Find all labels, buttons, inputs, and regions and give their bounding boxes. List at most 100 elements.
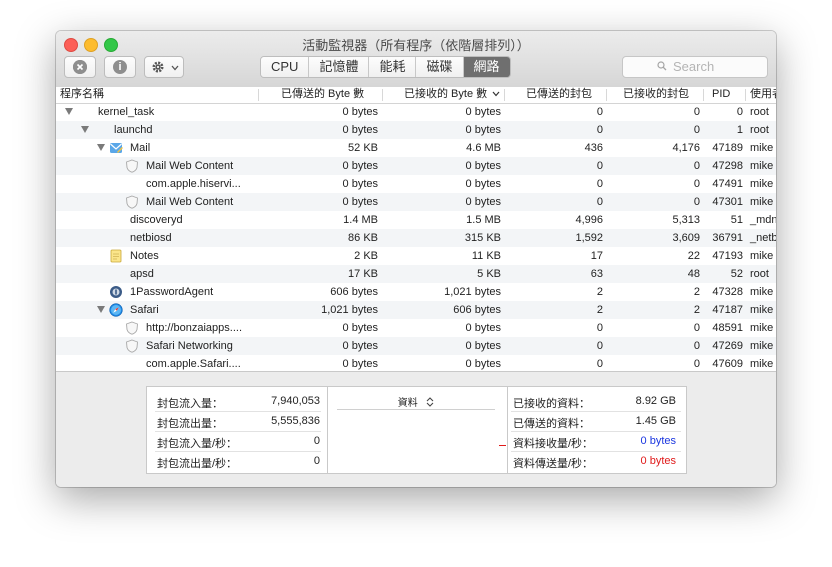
action-menu-button[interactable] [144, 56, 184, 78]
network-summary-panel: 封包流入量： 7,940,053 封包流出量： 5,555,836 封包流入量/… [146, 386, 687, 474]
bytes-sent: 86 KB [348, 232, 378, 244]
packets-received: 4,176 [672, 142, 700, 154]
packets-received: 0 [693, 178, 700, 190]
column-divider [703, 89, 704, 101]
process-name: Mail [130, 142, 151, 154]
table-row[interactable]: com.apple.Safari.... 0 bytes 0 bytes 0 0… [56, 355, 776, 371]
titlebar: 活動監視器（所有程序（依階層排列）） i CPU 記憶體 能耗 磁碟 網路 Se… [56, 31, 776, 88]
table-row[interactable]: 1PasswordAgent 606 bytes 1,021 bytes 2 2… [56, 283, 776, 301]
packets-sent: 1,592 [575, 232, 603, 244]
table-row[interactable]: http://bonzaiapps.... 0 bytes 0 bytes 0 … [56, 319, 776, 337]
bytes-received: 0 bytes [465, 196, 501, 208]
data-received-per-sec-label: 資料接收量/秒： [513, 438, 594, 450]
table-row[interactable]: Mail Web Content 0 bytes 0 bytes 0 0 472… [56, 157, 776, 175]
graph-sent-marker [499, 445, 506, 446]
bytes-received: 0 bytes [465, 124, 501, 136]
process-name: com.apple.Safari.... [146, 358, 241, 370]
divider [155, 431, 321, 432]
disclosure-triangle-icon[interactable] [65, 108, 73, 115]
pid: 1 [736, 124, 743, 136]
col-pid[interactable]: PID [712, 87, 730, 102]
bytes-received: 606 bytes [453, 304, 501, 316]
bytes-received: 0 bytes [465, 322, 501, 334]
packets-sent: 17 [590, 250, 603, 262]
bytes-received: 1,021 bytes [444, 286, 501, 298]
mail-app-icon [110, 143, 123, 153]
process-name: launchd [114, 124, 153, 136]
user: mike [750, 322, 774, 334]
col-bytes-sent[interactable]: 已傳送的 Byte 數 [281, 87, 364, 102]
packets-in-label: 封包流入量： [157, 398, 223, 410]
close-circle-icon [73, 60, 87, 74]
table-row[interactable]: discoveryd 1.4 MB 1.5 MB 4,996 5,313 51 … [56, 211, 776, 229]
disclosure-triangle-icon[interactable] [81, 126, 89, 133]
column-divider [504, 89, 505, 101]
sort-descending-icon [492, 91, 500, 97]
table-row[interactable]: netbiosd 86 KB 315 KB 1,592 3,609 36791 … [56, 229, 776, 247]
stop-process-button[interactable] [64, 56, 96, 78]
packets-out-per-sec-label: 封包流出量/秒： [157, 458, 238, 470]
bytes-received: 0 bytes [465, 340, 501, 352]
packets-sent: 0 [596, 106, 603, 118]
table-row[interactable]: kernel_task 0 bytes 0 bytes 0 0 0 root [56, 103, 776, 121]
tab-memory[interactable]: 記憶體 [309, 57, 370, 77]
process-name: Safari Networking [146, 340, 233, 352]
process-name: discoveryd [130, 214, 183, 226]
bytes-sent: 606 bytes [330, 286, 378, 298]
table-row[interactable]: Notes 2 KB 11 KB 17 22 47193 mike [56, 247, 776, 265]
window-title: 活動監視器（所有程序（依階層排列）） [302, 38, 530, 53]
panel-divider [507, 387, 508, 473]
data-sent-per-sec-value: 0 bytes [640, 455, 676, 467]
shield-icon [126, 159, 138, 173]
bytes-received: 5 KB [477, 268, 501, 280]
table-row[interactable]: com.apple.hiservi... 0 bytes 0 bytes 0 0… [56, 175, 776, 193]
process-name: apsd [130, 268, 154, 280]
shield-icon [126, 195, 138, 209]
packets-received: 22 [687, 250, 700, 262]
search-field[interactable]: Search [622, 56, 768, 78]
bytes-sent: 1.4 MB [343, 214, 378, 226]
table-row[interactable]: Safari Networking 0 bytes 0 bytes 0 0 47… [56, 337, 776, 355]
disclosure-triangle-icon[interactable] [97, 144, 105, 151]
process-table: kernel_task 0 bytes 0 bytes 0 0 0 root l… [56, 103, 776, 371]
user: _mdn [750, 214, 776, 226]
inspect-process-button[interactable]: i [104, 56, 136, 78]
col-bytes-received[interactable]: 已接收的 Byte 數 [404, 87, 487, 102]
user: mike [750, 196, 774, 208]
pid: 47298 [712, 160, 743, 172]
packets-received: 5,313 [672, 214, 700, 226]
col-process-name[interactable]: 程序名稱 [60, 87, 104, 102]
packets-out-per-sec-value: 0 [313, 455, 320, 467]
column-divider [606, 89, 607, 101]
process-name: netbiosd [130, 232, 172, 244]
panel-divider [327, 387, 328, 473]
process-name: Safari [130, 304, 159, 316]
packets-sent: 63 [590, 268, 603, 280]
packets-received: 2 [693, 286, 700, 298]
table-row[interactable]: Safari 1,021 bytes 606 bytes 2 2 47187 m… [56, 301, 776, 319]
bytes-received: 11 KB [471, 250, 501, 262]
divider [511, 431, 681, 432]
table-row[interactable]: launchd 0 bytes 0 bytes 0 0 1 root [56, 121, 776, 139]
table-row[interactable]: Mail 52 KB 4.6 MB 436 4,176 47189 mike [56, 139, 776, 157]
col-packets-sent[interactable]: 已傳送的封包 [526, 87, 592, 102]
tab-energy[interactable]: 能耗 [369, 57, 417, 77]
divider [511, 411, 681, 412]
packets-sent: 4,996 [575, 214, 603, 226]
table-row[interactable]: Mail Web Content 0 bytes 0 bytes 0 0 473… [56, 193, 776, 211]
process-name: Notes [130, 250, 159, 262]
col-packets-received[interactable]: 已接收的封包 [623, 87, 689, 102]
updown-chevron-icon [426, 397, 434, 407]
tab-network[interactable]: 網路 [463, 57, 510, 77]
disclosure-triangle-icon[interactable] [97, 306, 105, 313]
tab-cpu[interactable]: CPU [261, 57, 310, 77]
tab-disk[interactable]: 磁碟 [416, 57, 464, 77]
bytes-received: 0 bytes [465, 106, 501, 118]
packets-sent: 0 [596, 340, 603, 352]
table-row[interactable]: apsd 17 KB 5 KB 63 48 52 root [56, 265, 776, 283]
packets-sent: 0 [596, 160, 603, 172]
process-name: kernel_task [98, 106, 155, 118]
col-user[interactable]: 使用者 [750, 87, 776, 102]
packets-received: 48 [687, 268, 700, 280]
shield-icon [126, 339, 138, 353]
